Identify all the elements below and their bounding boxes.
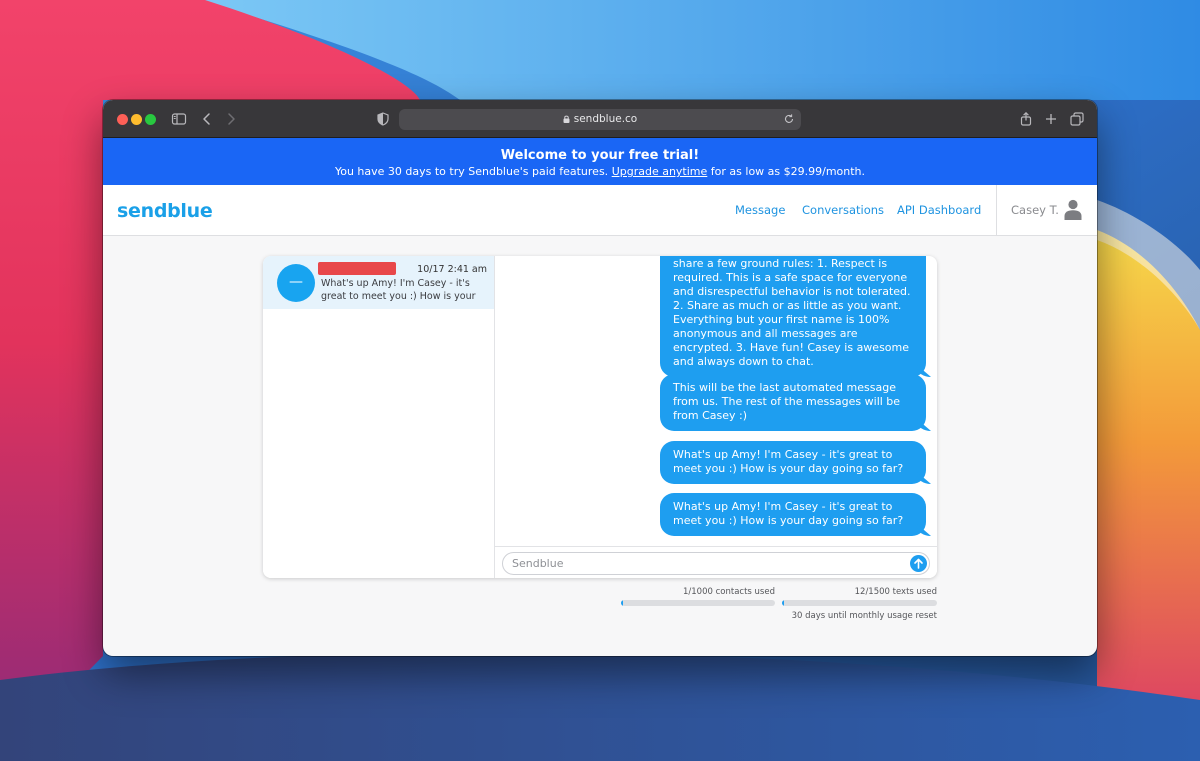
lock-icon: [563, 115, 570, 123]
sendblue-logo[interactable]: sendblue: [117, 200, 213, 222]
message-input-placeholder: Sendblue: [512, 557, 564, 570]
new-tab-icon[interactable]: [1043, 111, 1059, 127]
composer-row: Sendblue: [495, 546, 937, 578]
nav-conversations-link[interactable]: Conversations: [802, 203, 884, 217]
conversation-time: 10/17 2:41 am: [417, 264, 487, 275]
address-bar[interactable]: sendblue.co: [399, 109, 801, 130]
conversation-item[interactable]: — 10/17 2:41 am What's up Amy! I'm Casey…: [263, 256, 494, 309]
back-icon[interactable]: [199, 111, 215, 127]
browser-window: sendblue.co Welcome to your free trial! …: [103, 100, 1097, 656]
upgrade-link[interactable]: Upgrade anytime: [612, 165, 708, 178]
banner-subtitle: You have 30 days to try Sendblue's paid …: [103, 164, 1097, 179]
user-avatar-icon[interactable]: [1064, 199, 1082, 220]
message-bubble: This will be the last automated message …: [660, 374, 926, 431]
nav-api-dashboard-link[interactable]: API Dashboard: [897, 203, 981, 217]
contacts-usage-bar: [621, 600, 775, 606]
sidebar-toggle-icon[interactable]: [171, 111, 187, 127]
banner-text: You have 30 days to try Sendblue's paid …: [334, 165, 609, 178]
zoom-window-button[interactable]: [145, 114, 156, 125]
reload-icon[interactable]: [783, 113, 795, 125]
conversation-list: — 10/17 2:41 am What's up Amy! I'm Casey…: [263, 256, 495, 578]
nav-divider: [996, 185, 997, 236]
privacy-shield-icon[interactable]: [375, 111, 391, 127]
nav-message-link[interactable]: Message: [735, 203, 785, 217]
send-button[interactable]: [910, 555, 927, 572]
logo-text: sendblue: [117, 200, 213, 222]
message-bubble: What's up Amy! I'm Casey - it's great to…: [660, 441, 926, 484]
url-text: sendblue.co: [573, 113, 638, 125]
close-window-button[interactable]: [117, 114, 128, 125]
message-input[interactable]: Sendblue: [502, 552, 930, 575]
banner-price-text: for as low as $29.99/month.: [710, 165, 866, 178]
share-icon[interactable]: [1018, 111, 1034, 127]
message-thread[interactable]: We introduced you to Casey, I wanted to …: [495, 256, 937, 546]
message-bubble: What's up Amy! I'm Casey - it's great to…: [660, 493, 926, 536]
contact-avatar: —: [277, 264, 315, 302]
usage-reset-label: 30 days until monthly usage reset: [791, 611, 937, 621]
redacted-contact-name: [318, 262, 396, 275]
banner-title: Welcome to your free trial!: [500, 148, 700, 163]
texts-usage-fill: [782, 600, 785, 606]
messaging-panel: — 10/17 2:41 am What's up Amy! I'm Casey…: [263, 256, 937, 578]
conversation-preview: What's up Amy! I'm Casey - it's great to…: [321, 278, 476, 302]
free-trial-banner: Welcome to your free trial! You have 30 …: [103, 138, 1097, 185]
tab-overview-icon[interactable]: [1069, 111, 1085, 127]
browser-toolbar: sendblue.co: [103, 100, 1097, 138]
user-name[interactable]: Casey T.: [1011, 203, 1059, 217]
texts-usage-label: 12/1500 texts used: [854, 587, 937, 597]
arrow-up-icon: [914, 558, 923, 569]
app-navbar: sendblue Message Conversations API Dashb…: [103, 185, 1097, 236]
minimize-window-button[interactable]: [131, 114, 142, 125]
texts-usage-bar: [782, 600, 937, 606]
contacts-usage-fill: [621, 600, 624, 606]
forward-icon[interactable]: [223, 111, 239, 127]
message-bubble: We introduced you to Casey, I wanted to …: [660, 256, 926, 377]
contacts-usage-label: 1/1000 contacts used: [683, 587, 775, 597]
